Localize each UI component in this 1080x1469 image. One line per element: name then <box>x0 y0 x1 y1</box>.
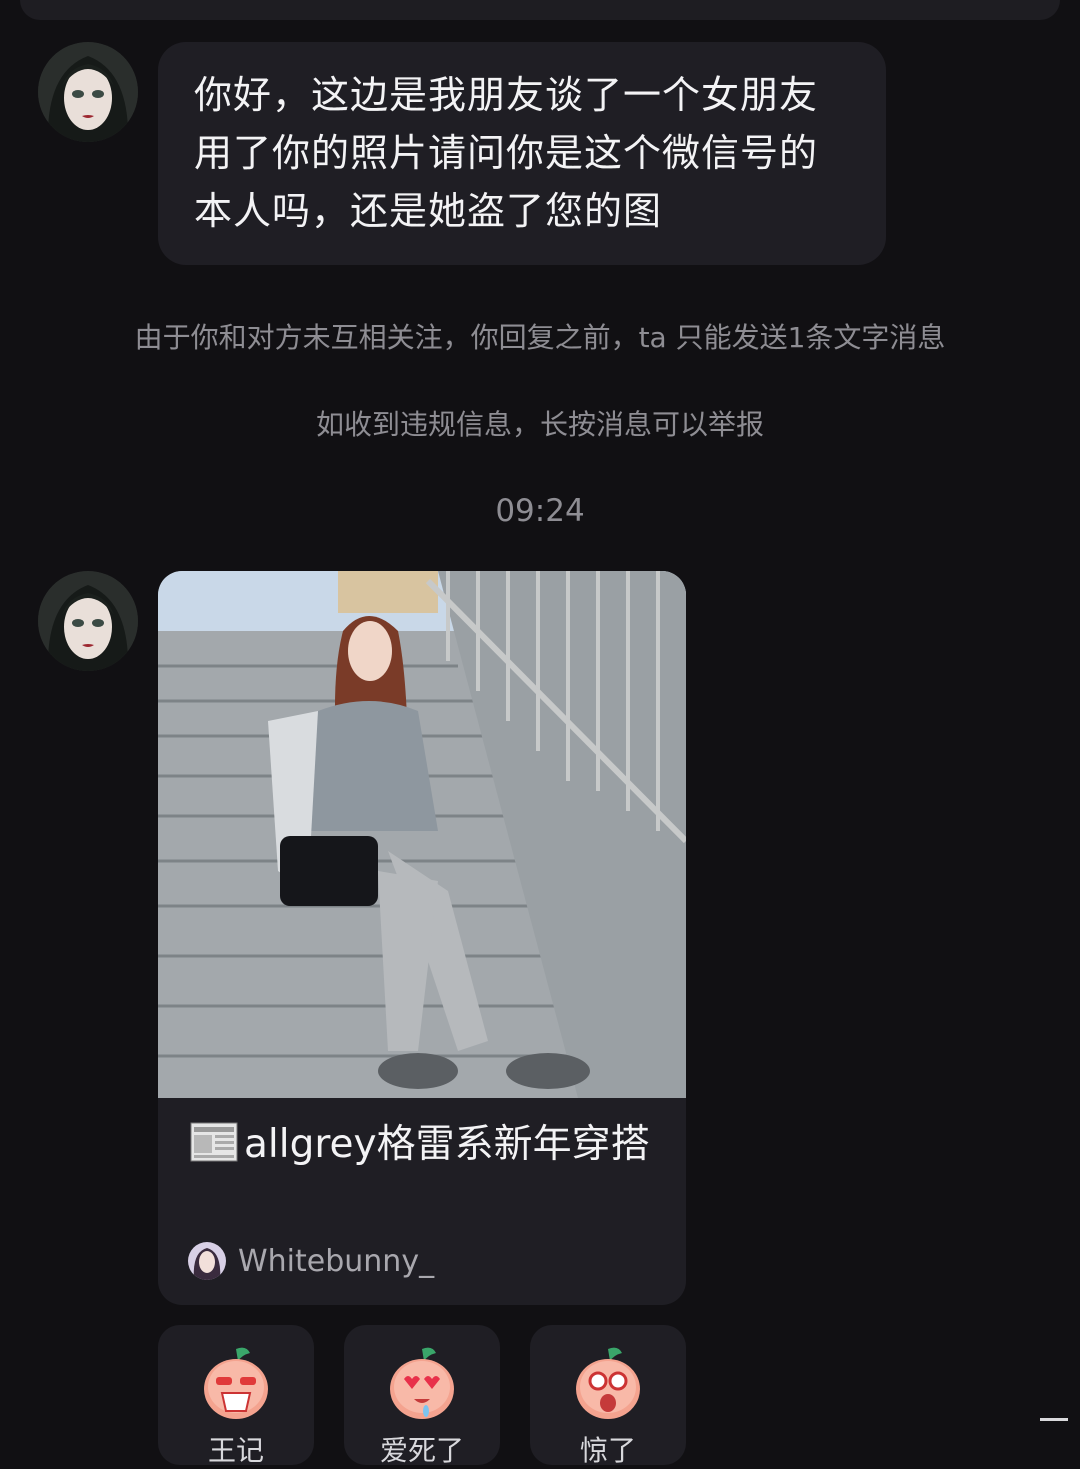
message-line: 你好，这边是我朋友谈了一个女朋友 <box>194 73 819 117</box>
previous-message-edge <box>20 0 1060 20</box>
message-line: 本人吗，还是她盗了您的图 <box>194 189 663 233</box>
author-avatar-icon <box>188 1242 226 1280</box>
incoming-message-bubble[interactable]: 你好，这边是我朋友谈了一个女朋友 用了你的照片请问你是这个微信号的 本人吗，还是… <box>158 42 886 265</box>
author-avatar <box>188 1242 226 1280</box>
author-name: Whitebunny_ <box>238 1243 435 1279</box>
reaction-sticker-star-eyes[interactable]: 惊了 <box>530 1325 686 1467</box>
follow-notice: 由于你和对方未互相关注，你回复之前，ta 只能发送1条文字消息 <box>134 321 946 354</box>
post-photo[interactable] <box>158 571 686 1098</box>
reaction-label: 惊了 <box>579 1434 636 1467</box>
post-title-text: allgrey格雷系新年穿搭 <box>244 1122 650 1167</box>
avatar-image-icon <box>38 571 138 671</box>
avatar-image-icon <box>38 42 138 142</box>
reaction-label: 爱死了 <box>379 1434 464 1467</box>
sticker-star-eyes-icon <box>576 1347 640 1419</box>
message-line: 用了你的照片请问你是这个微信号的 <box>194 131 819 175</box>
reaction-label: 王记 <box>207 1434 264 1467</box>
sender-avatar[interactable] <box>38 42 138 142</box>
report-notice: 如收到违规信息，长按消息可以举报 <box>315 408 764 441</box>
message-timestamp: 09:24 <box>495 493 585 529</box>
reaction-sticker-cup[interactable]: 王记 <box>158 1325 314 1467</box>
sticker-cup-icon <box>204 1347 268 1419</box>
reaction-sticker-heart-eyes[interactable]: 爱死了 <box>344 1325 500 1467</box>
sticker-heart-eyes-icon <box>390 1347 454 1419</box>
sender-avatar[interactable] <box>38 571 138 671</box>
shared-post-card[interactable]: allgrey格雷系新年穿搭 Whitebunny_ <box>158 571 686 1305</box>
post-author[interactable]: Whitebunny_ <box>188 1239 434 1283</box>
newspaper-icon <box>190 1122 238 1162</box>
post-title[interactable]: allgrey格雷系新年穿搭 <box>190 1119 660 1168</box>
home-indicator <box>1040 1418 1068 1421</box>
